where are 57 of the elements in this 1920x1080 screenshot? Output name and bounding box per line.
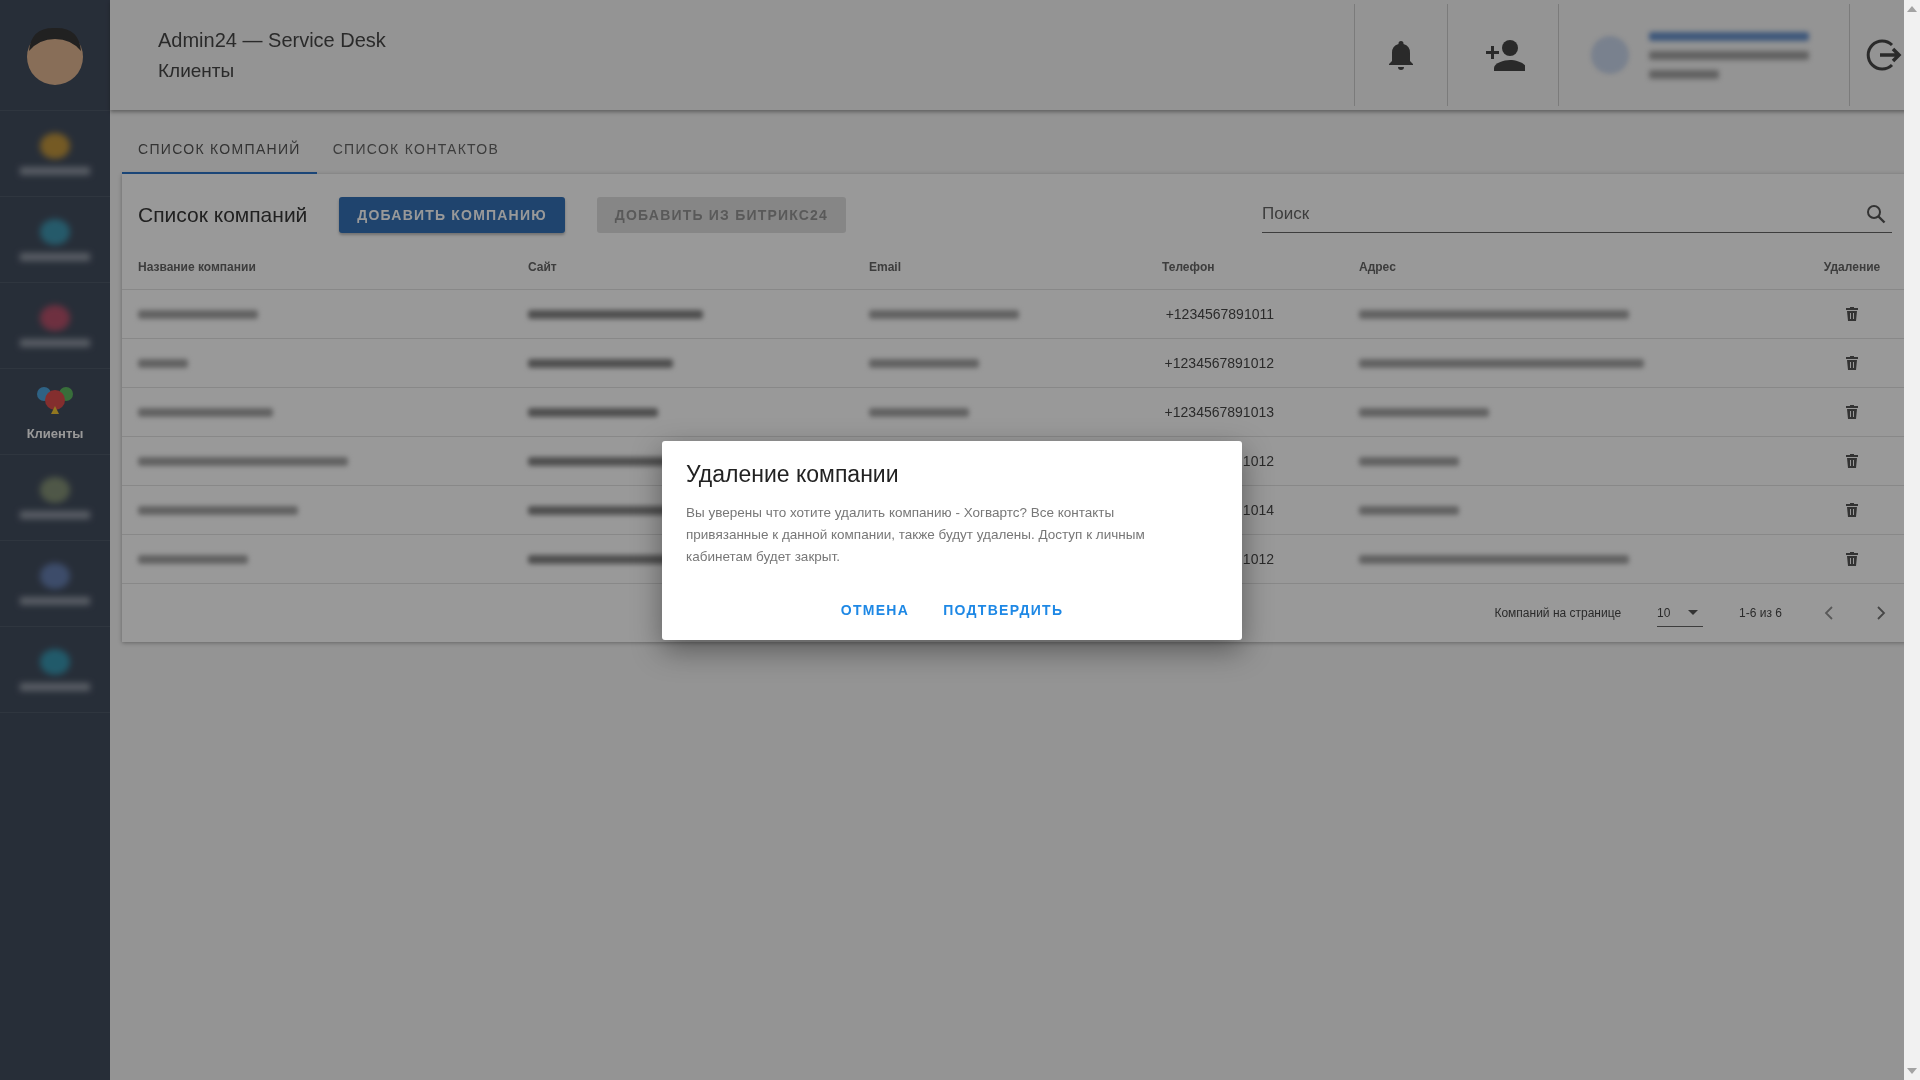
trash-icon[interactable] [1846, 405, 1858, 419]
trash-icon[interactable] [1846, 552, 1858, 566]
confirm-button[interactable]: ПОДТВЕРДИТЬ [931, 595, 1076, 624]
blurred-user-id [1649, 69, 1719, 79]
scrollbar[interactable] [1904, 0, 1920, 1080]
scroll-down-icon[interactable] [1907, 1068, 1917, 1074]
column-header: Название компании [138, 260, 257, 274]
trash-icon[interactable] [1846, 503, 1858, 517]
app-title: Admin24 — Service Desk [158, 28, 387, 52]
phone-text: 1014 [1241, 502, 1274, 518]
blurred-icon [40, 562, 70, 589]
search-icon[interactable] [1866, 204, 1886, 224]
blurred-label [20, 682, 90, 691]
blurred-icon [40, 132, 70, 159]
rows-per-page-select[interactable]: 10 [1657, 599, 1704, 627]
column-header: Удаление [1822, 260, 1882, 274]
trash-icon[interactable] [1846, 356, 1858, 370]
blurred-label [20, 252, 90, 261]
phone-text: 1012 [1241, 453, 1274, 469]
phone-text: +1234567891011 [1164, 306, 1274, 322]
dialog-title: Удаление компании [686, 460, 900, 488]
user-avatar [1591, 36, 1629, 74]
add-button[interactable]: ДОБАВИТЬ КОМПАНИЮ [339, 196, 565, 233]
section-title: Клиенты [158, 59, 236, 82]
next-page-icon[interactable] [1876, 606, 1886, 620]
blurred-icon [40, 304, 70, 331]
blurred-label [20, 596, 90, 605]
page-range: 1-6 из 6 [1739, 606, 1782, 620]
phone-text: +1234567891012 [1163, 355, 1274, 371]
blurred-icon [40, 648, 70, 675]
card-title: Список компаний [138, 202, 308, 227]
rows-per-page-label: Компаний на странице [1494, 606, 1622, 620]
sidebar-item[interactable]: Клиенты [0, 369, 110, 455]
blurred-label [20, 166, 90, 175]
tab[interactable]: СПИСОК КОНТАКТОВ [316, 126, 516, 174]
search-field[interactable]: Поиск [1262, 196, 1892, 233]
blurred-label [20, 510, 90, 519]
bell-icon[interactable] [1388, 40, 1414, 70]
previous-page-icon[interactable] [1824, 606, 1834, 620]
trash-icon[interactable] [1846, 307, 1858, 321]
blurred-icon [40, 476, 70, 503]
cancel-button[interactable]: ОТМЕНА [828, 595, 922, 624]
phone-text: +1234567891013 [1163, 404, 1274, 420]
dialog-text: Вы уверены что хотите удалить компанию - Хогвартс? Все контакты привязанные к данной компании, также будут удалены. Доступ к личным кабинетам будет закрыт. [686, 503, 1146, 566]
column-header: Телефон [1162, 260, 1216, 274]
logout-icon[interactable] [1866, 37, 1902, 73]
sidebar-label: Клиенты [26, 426, 84, 441]
column-header: Email [869, 260, 902, 274]
dropdown-icon [1688, 610, 1699, 615]
phone-text: 1012 [1241, 551, 1274, 567]
blurred-company-name [138, 358, 188, 368]
column-header: Адрес [1359, 260, 1397, 274]
column-header: Сайт [528, 260, 558, 274]
trash-icon[interactable] [1846, 454, 1858, 468]
blurred-icon [40, 218, 70, 245]
blurred-label [20, 338, 90, 347]
scroll-up-icon[interactable] [1907, 6, 1917, 12]
